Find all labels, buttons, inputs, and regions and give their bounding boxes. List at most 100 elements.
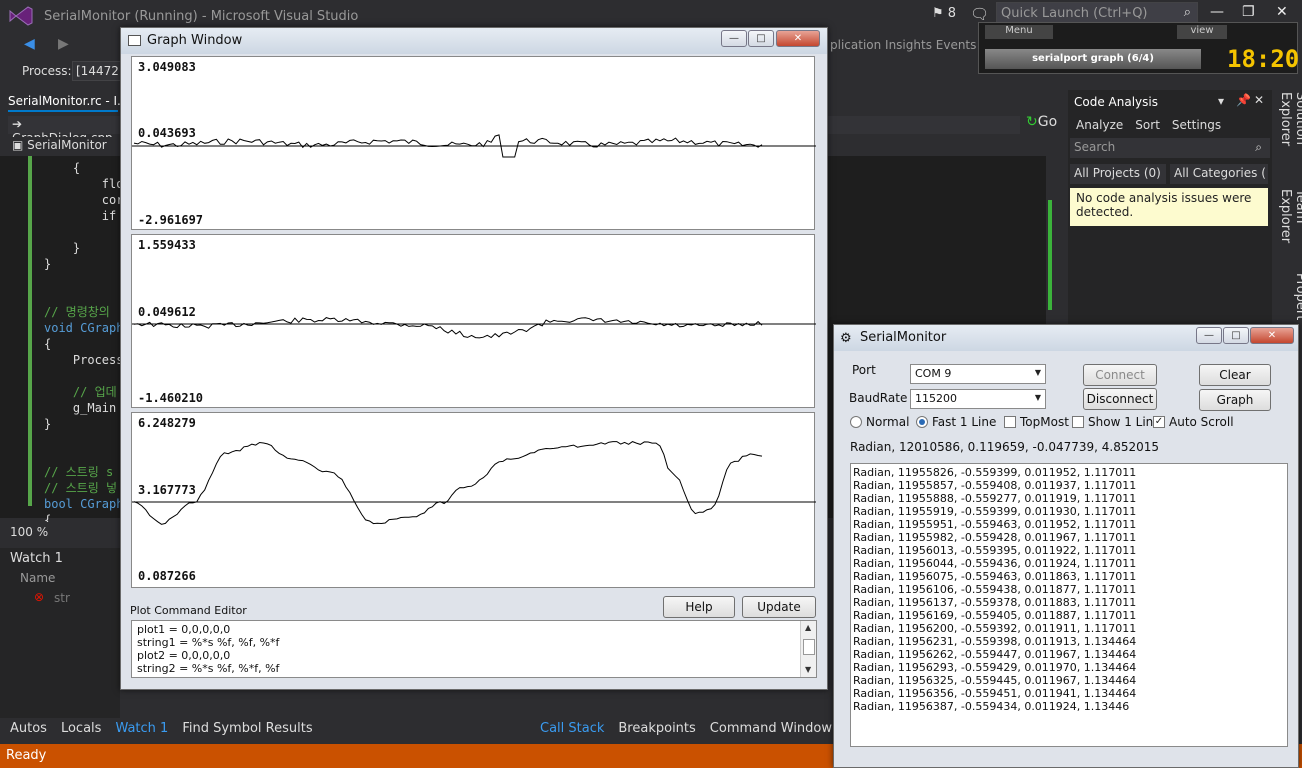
mode-fast-option[interactable]: Fast 1 Line: [916, 415, 996, 429]
forward-icon[interactable]: ▶: [58, 36, 69, 52]
restore-icon[interactable]: ❐: [1242, 4, 1255, 20]
nav-member-dropdown[interactable]: [828, 116, 1020, 134]
log-line: Radian, 11956075, -0.559463, 0.011863, 1…: [853, 570, 1137, 583]
autoscroll-checkbox[interactable]: ✓: [1153, 416, 1165, 428]
plot-1: 3.049083 0.043693 -2.961697: [131, 56, 816, 230]
update-button[interactable]: Update: [742, 596, 816, 618]
process-dropdown[interactable]: [14472]: [72, 61, 124, 81]
code-line: // 스트링 s: [44, 465, 114, 479]
clear-button[interactable]: Clear: [1199, 364, 1271, 386]
code-line: }: [44, 417, 52, 431]
close-icon[interactable]: ✕: [1250, 327, 1294, 344]
code-analysis-search[interactable]: Search ⌕: [1070, 138, 1270, 158]
plot-2-canvas: [132, 317, 816, 339]
editor-line: string2 = %*s %f, %*f, %f: [137, 662, 280, 675]
minimize-icon[interactable]: —: [1196, 327, 1222, 344]
help-button[interactable]: Help: [663, 596, 735, 618]
code-analysis-panel: Code Analysis ▾ 📌 ✕ Analyze Sort Settings …: [1068, 90, 1272, 332]
signal-trace: [133, 441, 763, 525]
pin-icon[interactable]: 📌: [1236, 93, 1251, 107]
projects-filter-dropdown[interactable]: All Projects (0): [1070, 164, 1166, 184]
scroll-down-icon[interactable]: ▼: [805, 665, 811, 674]
go-button[interactable]: ↻Go: [1026, 114, 1062, 136]
code-line: {: [44, 337, 52, 351]
nav-project-dropdown[interactable]: ▣ SerialMonitor: [8, 137, 120, 155]
autoscroll-option[interactable]: ✓ Auto Scroll: [1153, 415, 1234, 429]
tab-call-stack[interactable]: Call Stack: [540, 721, 604, 736]
nav-file-dropdown[interactable]: ➔ GraphDialog.cpp: [8, 116, 120, 145]
tab-propert[interactable]: Propert: [1278, 273, 1302, 320]
log-line: Radian, 11956106, -0.559438, 0.011877, 1…: [853, 583, 1137, 596]
widget-menu-button[interactable]: Menu: [985, 25, 1053, 39]
port-dropdown[interactable]: COM 9: [910, 364, 1046, 384]
topmost-checkbox[interactable]: [1004, 416, 1016, 428]
topmost-option[interactable]: TopMost: [1004, 415, 1069, 429]
quick-launch-placeholder: Quick Launch (Ctrl+Q): [1001, 6, 1148, 21]
app-insights-dropdown[interactable]: plication Insights Events: [830, 38, 976, 52]
scroll-up-icon[interactable]: ▲: [805, 623, 811, 632]
process-label: Process:: [22, 64, 72, 78]
categories-filter-dropdown[interactable]: All Categories (: [1170, 164, 1268, 184]
editor-scrollbar[interactable]: ▲ ▼: [800, 621, 816, 677]
quick-launch-input[interactable]: Quick Launch (Ctrl+Q) ⌕: [996, 2, 1198, 24]
log-line: Radian, 11955888, -0.559277, 0.011919, 1…: [853, 492, 1137, 505]
mode-fast-label: Fast 1 Line: [932, 415, 997, 429]
tab-autos[interactable]: Autos: [10, 721, 47, 736]
editor-label: Plot Command Editor: [130, 604, 247, 617]
mode-normal-option[interactable]: Normal: [850, 415, 909, 429]
zoom-dropdown[interactable]: 100 %: [0, 522, 120, 542]
tab-solution-explorer[interactable]: Solution Explorer: [1278, 92, 1302, 175]
baudrate-value: 115200: [915, 392, 957, 405]
tab-locals[interactable]: Locals: [61, 721, 101, 736]
tab-analyze[interactable]: Analyze: [1076, 118, 1123, 132]
visual-studio-logo-icon: [9, 6, 33, 26]
tab-team-explorer[interactable]: Team Explorer: [1278, 189, 1302, 258]
tab-serialmonitor-rc[interactable]: SerialMonitor.rc - I...: [8, 94, 129, 108]
notification-flag-icon[interactable]: ⚑ 8: [932, 6, 956, 21]
maximize-icon[interactable]: □: [1223, 327, 1249, 344]
connect-button[interactable]: Connect: [1083, 364, 1157, 386]
plot-2-min: -1.460210: [138, 391, 204, 405]
tab-command-window[interactable]: Command Window: [710, 721, 832, 736]
panel-close-icon[interactable]: ✕: [1254, 93, 1264, 107]
code-line: // 스트링 넣: [44, 481, 118, 495]
serial-log[interactable]: Radian, 11955826, -0.559399, 0.011952, 1…: [850, 463, 1288, 747]
back-icon[interactable]: ◀: [24, 36, 35, 52]
disconnect-button[interactable]: Disconnect: [1083, 388, 1157, 410]
close-icon[interactable]: ✕: [776, 30, 820, 47]
search-icon: ⌕: [1183, 5, 1191, 20]
graph-window-titlebar[interactable]: Graph Window — □ ✕: [121, 28, 827, 54]
show1line-option[interactable]: Show 1 Line: [1072, 415, 1161, 429]
editor-line: string1 = %*s %f, %f, %*f: [137, 636, 280, 649]
tab-find-symbol-results[interactable]: Find Symbol Results: [182, 721, 312, 736]
radio-fast[interactable]: [916, 416, 928, 428]
minimize-icon[interactable]: —: [721, 30, 747, 47]
log-line: Radian, 11956137, -0.559378, 0.011883, 1…: [853, 596, 1137, 609]
plot-1-mid: 0.043693: [138, 126, 196, 140]
close-icon[interactable]: ✕: [1276, 4, 1288, 20]
tab-sort[interactable]: Sort: [1135, 118, 1160, 132]
log-line: Radian, 11956044, -0.559436, 0.011924, 1…: [853, 557, 1137, 570]
show1line-checkbox[interactable]: [1072, 416, 1084, 428]
serial-monitor-titlebar[interactable]: ⚙ SerialMonitor — □ ✕: [834, 325, 1298, 351]
feedback-icon[interactable]: 🗨: [970, 5, 989, 23]
radio-normal[interactable]: [850, 416, 862, 428]
search-placeholder: Search: [1074, 140, 1116, 154]
maximize-icon[interactable]: □: [748, 30, 774, 47]
minimize-icon[interactable]: —: [1210, 4, 1224, 20]
scroll-thumb[interactable]: [803, 639, 815, 655]
plot-3-canvas: [132, 441, 816, 525]
tab-watch-1[interactable]: Watch 1: [115, 721, 168, 736]
graph-button[interactable]: Graph: [1199, 389, 1271, 411]
plot-command-editor[interactable]: plot1 = 0,0,0,0,0 string1 = %*s %f, %f, %…: [131, 620, 817, 678]
tab-settings[interactable]: Settings: [1172, 118, 1221, 132]
tab-breakpoints[interactable]: Breakpoints: [618, 721, 695, 736]
code-analysis-title: Code Analysis: [1074, 95, 1158, 109]
baudrate-dropdown[interactable]: 115200: [910, 389, 1046, 409]
panel-dropdown-icon[interactable]: ▾: [1218, 94, 1224, 108]
widget-view-button[interactable]: view: [1177, 25, 1227, 39]
code-line: // 업데: [44, 385, 117, 399]
editor-line: plot2 = 0,0,0,0,0: [137, 649, 231, 662]
plot-2-mid: 0.049612: [138, 305, 196, 319]
watch-item-str[interactable]: str: [54, 591, 70, 605]
